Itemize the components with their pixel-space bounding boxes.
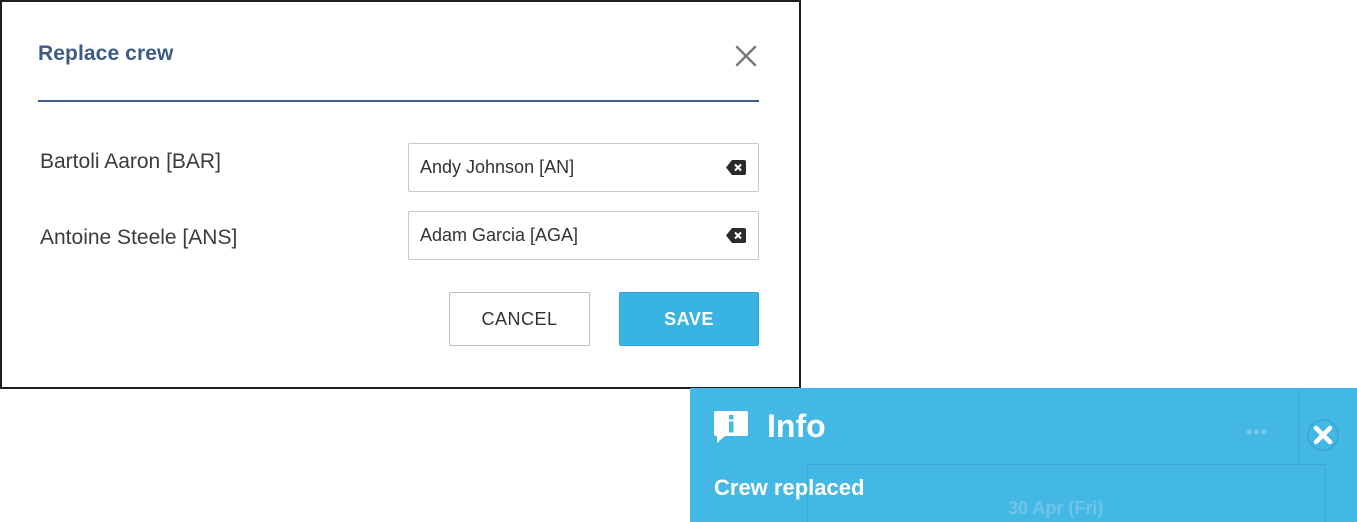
more-dots-icon[interactable]: ••• xyxy=(1246,422,1268,443)
background-date-text: 30 Apr (Fri) xyxy=(1008,498,1104,518)
toast-message: Crew replaced xyxy=(714,475,865,500)
replacement-field-1 xyxy=(408,143,759,192)
screen: Replace crew Bartoli Aaron [BAR] Antoine… xyxy=(0,0,1357,522)
save-button[interactable]: SAVE xyxy=(619,292,759,346)
dialog-close-icon[interactable] xyxy=(732,42,760,70)
backspace-clear-icon[interactable] xyxy=(726,160,746,175)
replace-crew-dialog: Replace crew Bartoli Aaron [BAR] Antoine… xyxy=(0,0,801,389)
info-toast: 30 Apr (Fri) Info ••• Crew replaced xyxy=(690,388,1357,522)
toast-title: Info xyxy=(767,408,826,444)
info-speech-bubble-icon xyxy=(714,411,748,443)
replacement-field-2 xyxy=(408,211,759,260)
toast-separator xyxy=(1298,388,1299,466)
dialog-title: Replace crew xyxy=(38,42,174,65)
backspace-clear-icon[interactable] xyxy=(726,228,746,243)
crew-label-1: Bartoli Aaron [BAR] xyxy=(40,150,221,173)
crew-label-2: Antoine Steele [ANS] xyxy=(40,226,238,249)
close-circle-icon[interactable] xyxy=(1306,418,1340,452)
cancel-button[interactable]: CANCEL xyxy=(449,292,590,346)
replacement-input-2[interactable] xyxy=(409,212,709,259)
replacement-input-1[interactable] xyxy=(409,144,709,191)
title-divider xyxy=(38,100,759,102)
